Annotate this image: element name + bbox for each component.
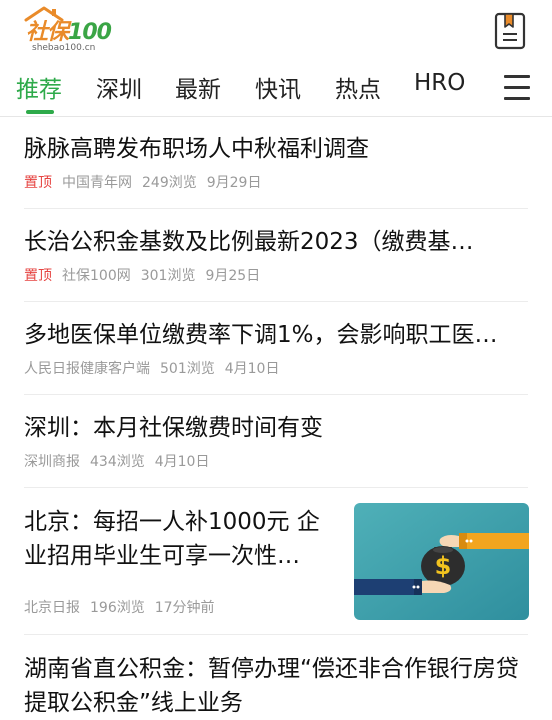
article-source: 社保100网 — [62, 268, 131, 284]
article-time: 9月25日 — [205, 268, 261, 284]
article-meta: 置顶 中国青年网 249浏览 9月29日 — [24, 172, 528, 192]
active-tab-indicator — [26, 110, 54, 114]
money-bag-handover-illustration: $ — [354, 503, 529, 620]
svg-text:$: $ — [435, 552, 452, 580]
divider — [24, 487, 528, 488]
shebao100-logo[interactable]: 社保100 shebao100.cn — [20, 6, 120, 54]
article-title[interactable]: 脉脉高聘发布职场人中秋福利调查 — [24, 132, 528, 166]
article-title[interactable]: 湖南省直公积金：暂停办理“偿还非合作银行房贷提取公积金”线上业务 — [24, 652, 528, 720]
logo-domain: shebao100.cn — [32, 43, 96, 53]
article-source: 深圳商报 — [24, 454, 80, 470]
app-header: 社保100 shebao100.cn — [0, 0, 552, 56]
article-title[interactable]: 长治公积金基数及比例最新2023（缴费基… — [24, 225, 528, 259]
tabs-divider — [0, 116, 552, 117]
article-item[interactable]: 多地医保单位缴费率下调1%，会影响职工医… 人民日报健康客户端 501浏览 4月10… — [24, 318, 528, 378]
article-time: 4月10日 — [224, 361, 280, 377]
article-meta: 人民日报健康客户端 501浏览 4月10日 — [24, 358, 528, 378]
article-item[interactable]: 湖南省直公积金：暂停办理“偿还非合作银行房贷提取公积金”线上业务 — [24, 652, 528, 720]
article-title[interactable]: 多地医保单位缴费率下调1%，会影响职工医… — [24, 318, 528, 352]
category-tabs: 推荐 深圳 最新 快讯 热点 HRO — [0, 58, 552, 114]
article-views: 196浏览 — [90, 600, 145, 616]
pinned-tag: 置顶 — [24, 268, 52, 284]
tab-latest[interactable]: 最新 — [175, 70, 221, 104]
bookmark-icon — [494, 12, 526, 50]
article-views: 434浏览 — [90, 454, 145, 470]
tab-flash[interactable]: 快讯 — [255, 70, 301, 104]
tab-shenzhen[interactable]: 深圳 — [96, 70, 142, 104]
tab-hot[interactable]: 热点 — [335, 70, 381, 104]
article-title[interactable]: 深圳：本月社保缴费时间有变 — [24, 411, 528, 445]
article-meta: 深圳商报 434浏览 4月10日 — [24, 451, 528, 471]
article-item[interactable]: 长治公积金基数及比例最新2023（缴费基… 置顶 社保100网 301浏览 9月25日 — [24, 225, 528, 285]
bookmark-button[interactable] — [494, 12, 526, 50]
tab-hro[interactable]: HRO — [414, 70, 465, 96]
pinned-tag: 置顶 — [24, 175, 52, 191]
logo-number: 100 — [68, 20, 112, 45]
logo-wordmark: 社保100 — [26, 14, 112, 46]
article-source: 北京日报 — [24, 600, 80, 616]
article-views: 301浏览 — [140, 268, 196, 284]
article-source: 中国青年网 — [62, 175, 132, 191]
article-time: 17分钟前 — [154, 600, 215, 616]
article-source: 人民日报健康客户端 — [24, 361, 150, 377]
article-item[interactable]: 脉脉高聘发布职场人中秋福利调查 置顶 中国青年网 249浏览 9月29日 — [24, 132, 528, 192]
article-time: 4月10日 — [154, 454, 210, 470]
article-views: 501浏览 — [160, 361, 215, 377]
divider — [24, 634, 528, 635]
article-views: 249浏览 — [142, 175, 197, 191]
article-title[interactable]: 北京：每招一人补1000元 企业招用毕业生可享一次性… — [24, 505, 342, 573]
logo-text: 社保 — [26, 20, 69, 45]
divider — [24, 208, 528, 209]
article-thumbnail[interactable]: $ — [354, 503, 529, 620]
tab-recommend[interactable]: 推荐 — [16, 70, 62, 104]
hamburger-menu-icon[interactable] — [502, 72, 532, 102]
article-time: 9月29日 — [206, 175, 262, 191]
divider — [24, 301, 528, 302]
divider — [24, 394, 528, 395]
article-item[interactable]: 深圳：本月社保缴费时间有变 深圳商报 434浏览 4月10日 — [24, 411, 528, 471]
article-meta: 置顶 社保100网 301浏览 9月25日 — [24, 265, 528, 285]
